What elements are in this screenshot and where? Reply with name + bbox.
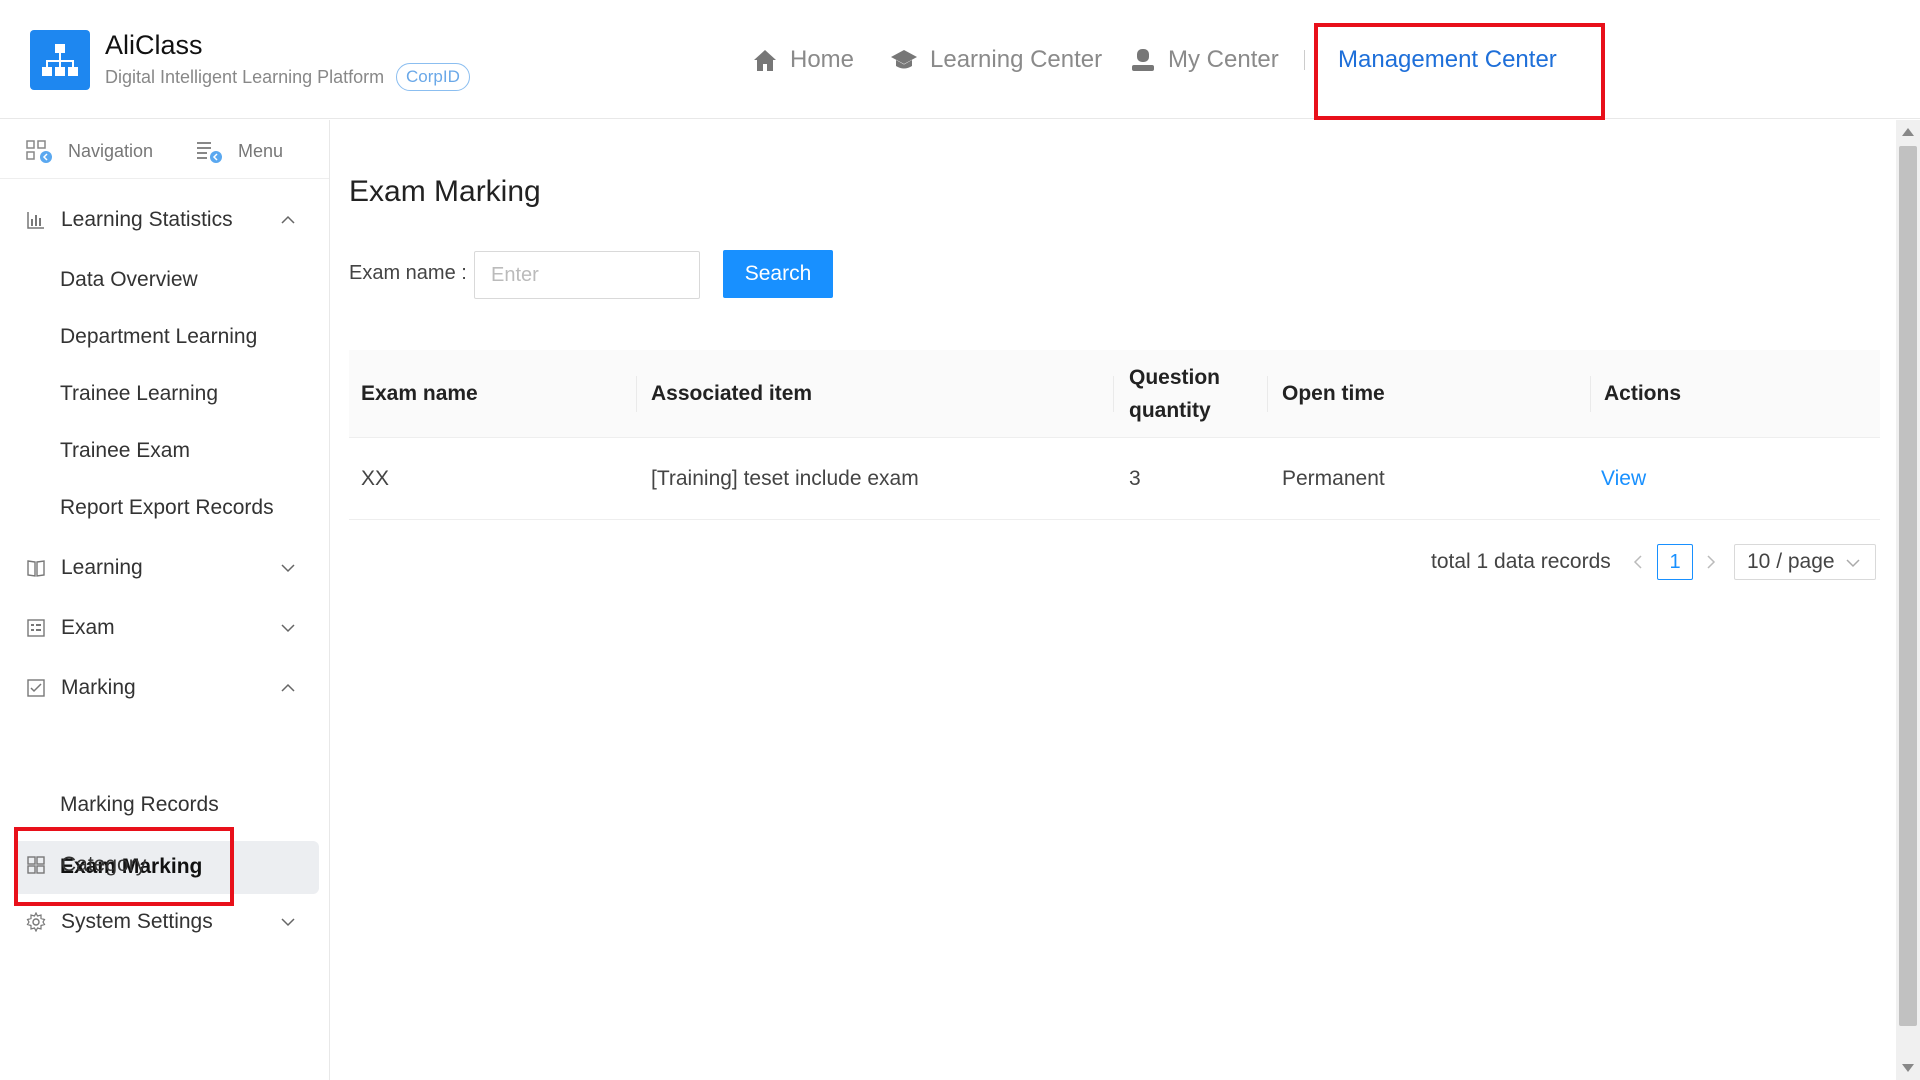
main-content: Exam Marking Exam name : Search Exam nam…: [331, 120, 1896, 1080]
chevron-down-icon: [281, 624, 295, 633]
sidebar-group-label: Category: [61, 853, 147, 876]
logo-icon[interactable]: [30, 30, 90, 90]
page-title: Exam Marking: [349, 175, 541, 208]
sidebar-group-label: Learning Statistics: [61, 208, 233, 231]
chevron-up-icon: [281, 683, 295, 692]
filter-label-colon: :: [461, 262, 467, 284]
column-separator: [636, 376, 637, 412]
marking-icon: [27, 679, 45, 697]
sidebar-group-label: Marking: [61, 676, 136, 699]
sidebar-item-data-overview[interactable]: Data Overview: [60, 260, 198, 300]
sidebar-menu-toggle[interactable]: Menu: [196, 138, 283, 164]
exam-name-input[interactable]: [474, 251, 700, 299]
exam-name-filter-label: Exam name :: [349, 262, 467, 285]
view-link[interactable]: View: [1601, 438, 1646, 520]
table-row: XX [Training] teset include exam 3 Perma…: [349, 438, 1880, 520]
menu-icon: [197, 142, 222, 163]
page-size-select[interactable]: 10 / page: [1734, 544, 1876, 580]
sidebar-group-exam[interactable]: Exam: [0, 608, 330, 648]
sidebar-group-category[interactable]: Category: [0, 845, 330, 885]
brand-name: AliClass: [105, 30, 203, 60]
next-page-icon[interactable]: [1699, 548, 1723, 576]
nav-home[interactable]: Home: [752, 42, 854, 78]
cell-exam-name: XX: [361, 467, 390, 490]
navigation-icon: [26, 140, 52, 163]
chevron-down-icon: [281, 918, 295, 927]
column-header-exam-name: Exam name: [361, 382, 478, 405]
corp-id-badge: CorpID: [396, 63, 470, 91]
sidebar-item-department-learning[interactable]: Department Learning: [60, 317, 257, 357]
highlight-box-management: [1314, 23, 1605, 120]
column-header-question-quantity: Question quantity: [1129, 350, 1220, 438]
scroll-up-arrow-icon[interactable]: [1902, 128, 1914, 136]
column-separator: [1590, 376, 1591, 412]
chevron-up-icon: [281, 215, 295, 224]
cell-associated-item: [Training] teset include exam: [651, 467, 919, 490]
sidebar-group-marking[interactable]: Marking: [0, 668, 330, 708]
sidebar-group-learning-statistics[interactable]: Learning Statistics: [0, 200, 330, 240]
user-icon: [1132, 49, 1154, 71]
sidebar-group-system-settings[interactable]: System Settings: [0, 902, 330, 942]
sidebar-top-bar: Navigation Menu: [0, 120, 329, 179]
page-number-button[interactable]: 1: [1657, 544, 1693, 580]
book-icon: [27, 560, 45, 577]
sidebar-menu-label: Menu: [238, 140, 284, 161]
chart-icon: [27, 212, 44, 229]
pagination-total: total 1 data records: [1431, 550, 1611, 573]
nav-home-label: Home: [790, 46, 855, 73]
column-separator: [1267, 376, 1268, 412]
nav-my-center[interactable]: My Center: [1130, 42, 1279, 78]
top-header: AliClass Digital Intelligent Learning Pl…: [0, 0, 1920, 120]
gear-icon: [26, 912, 46, 932]
column-header-question-line2: quantity: [1129, 399, 1211, 422]
home-icon: [754, 50, 776, 71]
sidebar-group-label: Learning: [61, 556, 143, 579]
scroll-down-arrow-icon[interactable]: [1902, 1064, 1914, 1072]
nav-learning-center[interactable]: Learning Center: [890, 42, 1102, 78]
scrollbar-thumb[interactable]: [1899, 146, 1917, 1026]
sidebar-item-marking-records[interactable]: Marking Records: [60, 785, 219, 825]
nav-my-center-label: My Center: [1168, 46, 1279, 73]
sidebar-group-label: Exam: [61, 616, 115, 639]
sidebar-navigation-toggle[interactable]: Navigation: [26, 138, 153, 164]
sidebar-group-label: System Settings: [61, 910, 213, 933]
graduation-cap-icon: [891, 50, 917, 69]
prev-page-icon[interactable]: [1626, 548, 1650, 576]
sidebar-item-trainee-learning[interactable]: Trainee Learning: [60, 374, 218, 414]
exam-table: Exam name Associated item Question quant…: [349, 350, 1880, 520]
chevron-down-icon: [281, 564, 295, 573]
sidebar-item-report-export-records[interactable]: Report Export Records: [60, 488, 274, 528]
sidebar-navigation-label: Navigation: [68, 140, 154, 161]
nav-learning-center-label: Learning Center: [930, 46, 1103, 73]
search-button[interactable]: Search: [723, 250, 833, 298]
nav-divider: [1304, 50, 1305, 70]
column-header-open-time: Open time: [1282, 382, 1385, 405]
brand-subtitle: Digital Intelligent Learning Platform: [105, 67, 385, 87]
exam-icon: [27, 619, 45, 637]
page-size-value: 10 / page: [1747, 550, 1835, 573]
sidebar-group-learning[interactable]: Learning: [0, 548, 330, 588]
column-header-actions: Actions: [1604, 382, 1682, 405]
vertical-scrollbar[interactable]: [1896, 120, 1920, 1080]
grid-icon: [27, 856, 45, 874]
table-header: Exam name Associated item Question quant…: [349, 350, 1880, 438]
cell-open-time: Permanent: [1282, 467, 1385, 490]
column-header-associated-item: Associated item: [651, 382, 813, 405]
column-separator: [1113, 376, 1114, 412]
pagination: total 1 data records 1 10 / page: [331, 544, 1880, 580]
sidebar-item-trainee-exam[interactable]: Trainee Exam: [60, 431, 190, 471]
filter-label-text: Exam name: [349, 262, 456, 284]
chevron-down-icon: [1846, 559, 1860, 568]
column-header-question-line1: Question: [1129, 366, 1221, 389]
cell-question-quantity: 3: [1129, 467, 1141, 490]
